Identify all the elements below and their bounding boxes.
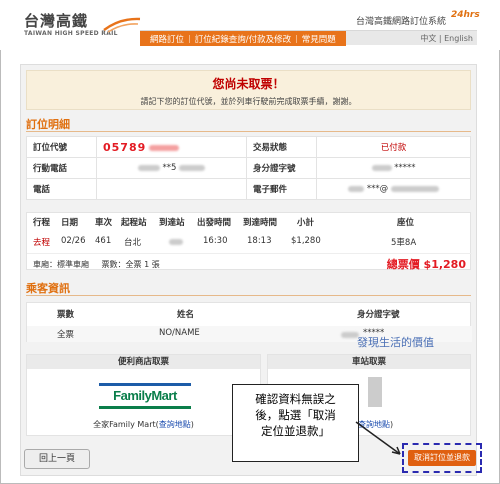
booking-section-title: 訂位明細: [26, 118, 70, 131]
trip-col-header: 車次: [95, 218, 113, 228]
booking-code: 05789: [103, 140, 147, 154]
trip-header-row: 行程 日期 車次 起程站 到達站 出發時間 到達時間 小計 座位: [27, 216, 472, 230]
trip-col-header: 座位: [397, 218, 415, 228]
car-type: 車廂：標準車廂: [33, 260, 89, 269]
trip-col-header: 起程站: [121, 218, 147, 228]
site-name: 台灣高鐵網路訂位系統: [356, 17, 447, 27]
trip-direction: 去程: [33, 238, 51, 248]
id-value: *****: [394, 163, 416, 173]
redacted-mobile: [179, 164, 206, 171]
trip-arrive: 18:13: [247, 236, 272, 246]
trip-from: 台北: [124, 238, 142, 248]
store-locate-link[interactable]: 查詢地點: [159, 420, 191, 429]
language-switcher[interactable]: 中文 | English: [420, 33, 473, 44]
trip-table: 行程 日期 車次 起程站 到達站 出發時間 到達時間 小計 座位 去程 02/2…: [26, 212, 472, 271]
status-value: 已付款: [316, 136, 471, 158]
store-link-row: 全家Family Mart(查詢地點): [27, 419, 260, 430]
logo-chinese: 台灣高鐵: [24, 12, 89, 30]
callout-line: 確認資料無誤之: [255, 392, 336, 406]
cancel-refund-button[interactable]: 取消訂位並退款: [408, 450, 476, 466]
mobile-value-cell: **5: [96, 157, 247, 179]
unpicked-notice: 您尚未取票！ 請記下您的訂位代號，並於列車行駛前完成取票手續，謝謝。: [26, 70, 471, 110]
redacted-mobile: [137, 164, 160, 171]
booking-detail-table: 訂位代號 05789 交易狀態 已付款 行動電話 **5 身分證字號 *****…: [26, 136, 471, 200]
total-value: $1,280: [423, 258, 466, 271]
cancel-highlight: 取消訂位並退款: [402, 443, 482, 473]
nav-item-records[interactable]: 訂位紀錄查詢/付款及修改: [191, 33, 295, 45]
email-value-cell: ***@: [316, 178, 471, 200]
nav-item-faq[interactable]: 常見問題: [298, 33, 340, 45]
notice-title: 您尚未取票！: [212, 77, 285, 91]
redacted-email: [390, 185, 439, 192]
trip-col-header: 小計: [297, 218, 315, 228]
thsr-logo[interactable]: 台灣高鐵 TAIWAN HIGH SPEED RAIL: [24, 10, 141, 40]
ticket-machine-image: [368, 377, 382, 407]
site-header: 台灣高鐵 TAIWAN HIGH SPEED RAIL 台灣高鐵網路訂位系統 2…: [0, 0, 500, 50]
callout-arrow-icon: [355, 421, 401, 455]
station-pickup-title: 車站取票: [268, 355, 470, 369]
ticket-count: 票數：全票 1 張: [101, 260, 160, 269]
table-row: 電話 電子郵件 ***@: [26, 178, 471, 200]
store-close-paren: ): [190, 420, 194, 429]
back-button[interactable]: 回上一頁: [24, 449, 90, 469]
instruction-callout: 確認資料無誤之 後，點選「取消 定位並退款」: [232, 384, 359, 462]
trip-depart: 16:30: [203, 236, 228, 246]
trip-col-header: 出發時間: [197, 218, 232, 228]
nav-item-booking[interactable]: 網路訂位: [146, 33, 188, 45]
trip-data-row: 去程 02/26 461 台北 16:30 18:13 $1,280 5車8A: [27, 236, 472, 250]
phone-value: [96, 178, 247, 200]
callout-line: 定位並退款」: [261, 424, 330, 438]
code-label: 訂位代號: [26, 136, 97, 158]
pax-col-header: 身分證字號: [357, 310, 400, 320]
status-label: 交易狀態: [246, 136, 317, 158]
logo-swoosh-icon: [103, 17, 141, 33]
trip-train-no: 461: [95, 236, 112, 246]
pax-ticket-type: 全票: [57, 330, 75, 340]
trip-col-header: 日期: [61, 218, 79, 228]
table-row: 訂位代號 05789 交易狀態 已付款: [26, 136, 471, 158]
redacted-id: [371, 164, 392, 171]
car-info: 車廂：標準車廂 票數：全票 1 張: [33, 259, 160, 270]
store-pickup-title: 便利商店取票: [27, 355, 260, 369]
trip-subtotal: $1,280: [291, 236, 321, 246]
passenger-header-row: 票數 姓名 身分證字號: [27, 306, 472, 322]
familymart-logo: FamilyMart: [99, 383, 191, 409]
redacted-destination: [169, 239, 183, 245]
trip-col-header: 到達時間: [243, 218, 278, 228]
notice-subtitle: 請記下您的訂位代號，並於列車行駛前完成取票手續，謝謝。: [140, 97, 357, 106]
total-label: 總票價: [386, 258, 420, 271]
total-price: 總票價 $1,280: [387, 256, 466, 272]
trip-summary: 車廂：標準車廂 票數：全票 1 張 總票價 $1,280: [27, 253, 472, 271]
id-value-cell: *****: [316, 157, 471, 179]
mobile-label: 行動電話: [26, 157, 97, 179]
mobile-value: **5: [162, 163, 177, 173]
redacted-email: [348, 185, 365, 192]
phone-label: 電話: [26, 178, 97, 200]
email-value: ***@: [366, 184, 389, 194]
trip-date: 02/26: [61, 236, 86, 246]
familymart-logo-text: FamilyMart: [113, 388, 177, 403]
store-name: 全家Family Mart(: [93, 420, 159, 429]
code-value-cell: 05789: [96, 136, 247, 158]
email-label: 電子郵件: [246, 178, 317, 200]
table-row: 行動電話 **5 身分證字號 *****: [26, 157, 471, 179]
passenger-section-title: 乘客資訊: [26, 282, 70, 295]
trip-col-header: 行程: [33, 218, 51, 228]
main-nav: 網路訂位 | 訂位紀錄查詢/付款及修改 | 常見問題 中文 | English: [140, 30, 477, 46]
nav-items: 網路訂位 | 訂位紀錄查詢/付款及修改 | 常見問題: [140, 31, 346, 46]
trip-seat: 5車8A: [391, 238, 417, 248]
pax-col-header: 票數: [57, 310, 75, 320]
familymart-green-bar: [99, 406, 191, 409]
pax-col-header: 姓名: [177, 310, 195, 320]
24hrs-badge: 24hrs: [451, 10, 480, 20]
pax-name: NO/NAME: [159, 328, 200, 338]
id-label: 身分證字號: [246, 157, 317, 179]
trip-col-header: 到達站: [159, 218, 185, 228]
store-pickup-panel: 便利商店取票 FamilyMart 全家Family Mart(查詢地點): [26, 354, 261, 436]
callout-line: 後，點選「取消: [255, 408, 336, 422]
section-divider: [26, 295, 471, 296]
section-divider: [26, 131, 471, 132]
redacted-code: [148, 145, 179, 151]
blog-watermark: 發現生活的價值: [357, 336, 434, 349]
